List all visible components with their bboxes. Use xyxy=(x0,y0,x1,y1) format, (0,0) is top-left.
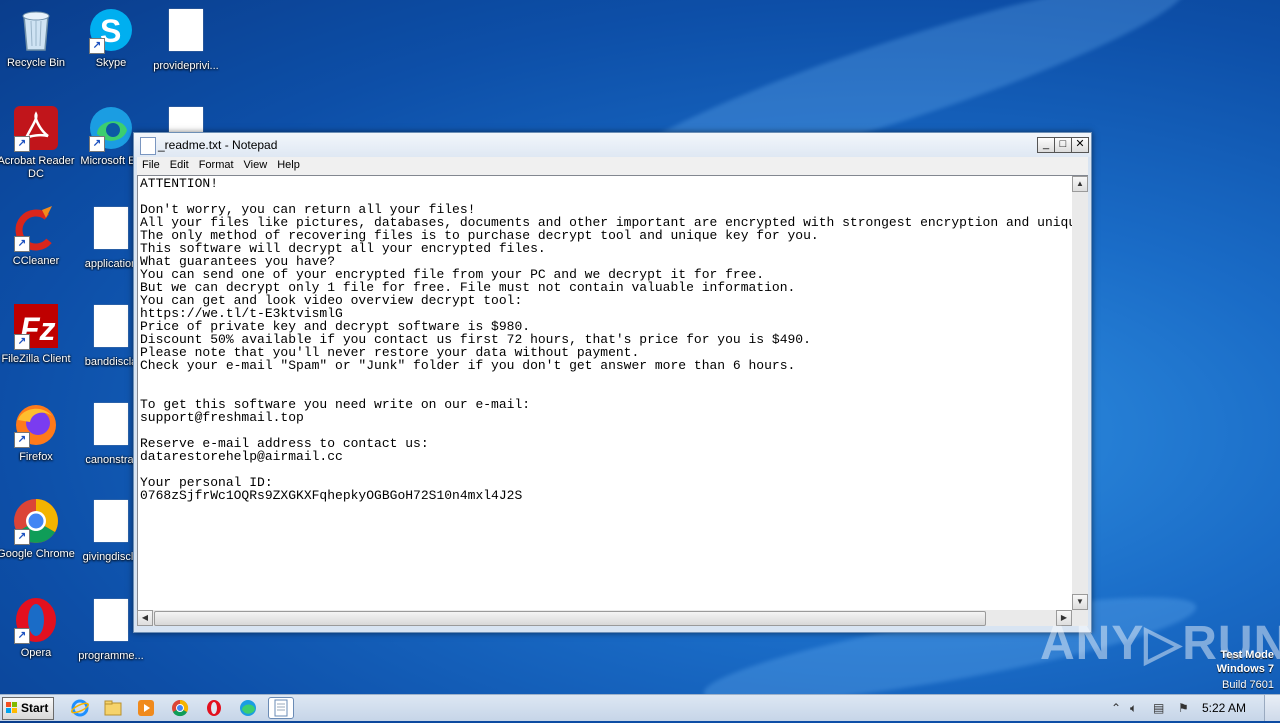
volume-icon[interactable]: 🔈︎ xyxy=(1130,701,1137,716)
maximize-button[interactable]: □ xyxy=(1054,137,1072,153)
shortcut-arrow-icon: ↗ xyxy=(14,334,30,350)
desktop-icon-firefox[interactable]: ↗ Firefox xyxy=(0,400,75,464)
document-icon xyxy=(162,9,210,57)
desktop-icon-filezilla[interactable]: Fz ↗ FileZilla Client xyxy=(0,302,75,366)
shortcut-arrow-icon: ↗ xyxy=(14,628,30,644)
document-icon xyxy=(87,403,135,451)
desktop-icon-acrobat[interactable]: ↗ Acrobat Reader DC xyxy=(0,104,75,181)
notepad-window[interactable]: _readme.txt - Notepad _ □ ✕ File Edit Form… xyxy=(133,132,1092,633)
scroll-up-button[interactable]: ▲ xyxy=(1072,176,1088,192)
menu-format[interactable]: Format xyxy=(194,157,239,171)
scroll-left-button[interactable]: ◀ xyxy=(137,610,153,626)
windows-flag-icon xyxy=(6,702,18,714)
chrome-icon: ↗ xyxy=(12,497,60,545)
edge-icon: ↗ xyxy=(87,104,135,152)
notepad-icon xyxy=(140,137,156,155)
vertical-scrollbar[interactable]: ▲ ▼ xyxy=(1072,175,1088,610)
action-center-flag-icon[interactable]: ⚑ xyxy=(1178,701,1189,715)
text-editor[interactable]: ATTENTION! Don't worry, you can return a… xyxy=(137,175,1074,611)
desktop-icon-ccleaner[interactable]: ↗ CCleaner xyxy=(0,204,75,268)
desktop-icon-label: CCleaner xyxy=(12,255,60,267)
opera-icon[interactable] xyxy=(204,698,224,718)
horizontal-scroll-thumb[interactable] xyxy=(154,611,986,626)
desktop-icon-label: FileZilla Client xyxy=(1,353,71,365)
menu-edit[interactable]: Edit xyxy=(165,157,194,171)
start-button[interactable]: Start xyxy=(2,697,54,720)
window-title: _readme.txt - Notepad xyxy=(158,138,278,152)
document-icon xyxy=(87,599,135,647)
editor-content[interactable]: ATTENTION! Don't worry, you can return a… xyxy=(138,176,1073,503)
document-icon xyxy=(87,207,135,255)
media-player-icon[interactable] xyxy=(136,698,156,718)
document-icon xyxy=(87,305,135,353)
close-button[interactable]: ✕ xyxy=(1071,137,1089,153)
chrome-icon[interactable] xyxy=(170,698,190,718)
desktop-icon-label: Firefox xyxy=(19,451,53,463)
desktop-icon-skype[interactable]: S ↗ Skype xyxy=(72,6,150,70)
minimize-button[interactable]: _ xyxy=(1037,137,1055,153)
desktop-icon-label: Recycle Bin xyxy=(6,57,66,69)
menu-file[interactable]: File xyxy=(137,157,165,171)
desktop-icon-label: programme... xyxy=(78,650,144,662)
recycle-bin-icon xyxy=(12,6,60,54)
desktop-icon-recycle-bin[interactable]: Recycle Bin xyxy=(0,6,75,70)
shortcut-arrow-icon: ↗ xyxy=(89,136,105,152)
clock[interactable]: 5:22 AM xyxy=(1202,701,1246,715)
acrobat-icon: ↗ xyxy=(12,104,60,152)
firefox-icon: ↗ xyxy=(12,400,60,448)
ie-icon[interactable] xyxy=(70,698,90,718)
desktop-icon-label: Skype xyxy=(95,57,127,69)
shortcut-arrow-icon: ↗ xyxy=(89,38,105,54)
desktop-icon-label: Acrobat Reader DC xyxy=(0,155,75,180)
scroll-down-button[interactable]: ▼ xyxy=(1072,594,1088,610)
notepad-taskbar-button[interactable] xyxy=(268,697,294,719)
taskbar: Start ⌃ 🔈︎ ▤ ⚑ 5:22 AM xyxy=(0,694,1280,721)
shortcut-arrow-icon: ↗ xyxy=(14,236,30,252)
show-desktop-button[interactable] xyxy=(1264,695,1280,721)
explorer-icon[interactable] xyxy=(103,698,123,718)
skype-icon: S ↗ xyxy=(87,6,135,54)
desktop-icon-opera[interactable]: ↗ Opera xyxy=(0,596,75,660)
test-mode-label: Test Mode xyxy=(1220,649,1274,661)
title-bar[interactable]: _readme.txt - Notepad _ □ ✕ xyxy=(134,133,1091,157)
show-hidden-icons[interactable]: ⌃ xyxy=(1111,701,1121,715)
desktop-icon-label: Google Chrome xyxy=(0,548,75,560)
ccleaner-icon: ↗ xyxy=(12,204,60,252)
filezilla-icon: Fz ↗ xyxy=(12,302,60,350)
menu-help[interactable]: Help xyxy=(272,157,305,171)
desktop-icon-chrome[interactable]: ↗ Google Chrome xyxy=(0,497,75,561)
desktop-icon-label: provideprivi... xyxy=(153,60,219,72)
desktop-icon-label: Opera xyxy=(20,647,52,659)
document-icon xyxy=(87,500,135,548)
opera-icon: ↗ xyxy=(12,596,60,644)
windows-version-label: Windows 7 xyxy=(1216,663,1274,675)
horizontal-scrollbar[interactable]: ◀ ▶ xyxy=(137,610,1072,626)
build-label: Build 7601 xyxy=(1222,679,1274,691)
shortcut-arrow-icon: ↗ xyxy=(14,529,30,545)
shortcut-arrow-icon: ↗ xyxy=(14,432,30,448)
shortcut-arrow-icon: ↗ xyxy=(14,136,30,152)
start-label: Start xyxy=(21,701,49,715)
menu-bar: File Edit Format View Help xyxy=(137,157,1088,175)
network-icon[interactable]: ▤ xyxy=(1153,701,1164,715)
menu-view[interactable]: View xyxy=(239,157,273,171)
edge-icon[interactable] xyxy=(238,698,258,718)
desktop-icon-file[interactable]: provideprivi... xyxy=(147,6,225,73)
